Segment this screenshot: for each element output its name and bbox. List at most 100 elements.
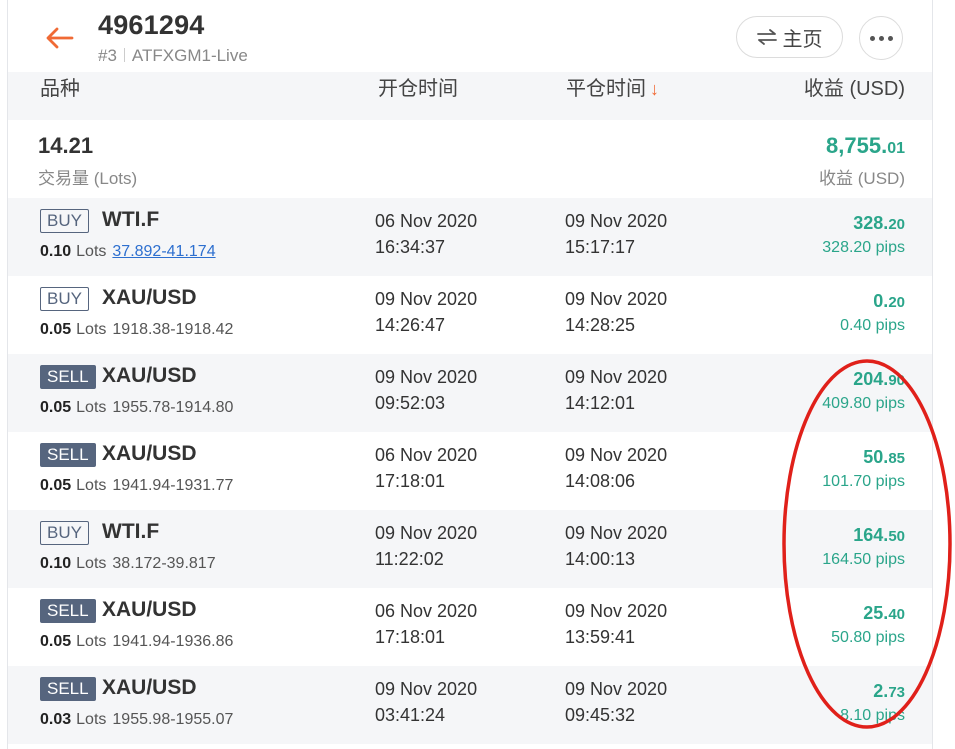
column-header-profit: 收益 (USD) bbox=[803, 78, 905, 100]
trade-close-time: 09 Nov 2020 15:17:17 bbox=[565, 208, 667, 260]
trade-row[interactable]: SELL XAU/USD 0.05 Lots 1941.94-1931.77 06 … bbox=[8, 432, 932, 510]
trade-open-time: 06 Nov 2020 17:18:01 bbox=[375, 442, 477, 494]
side-badge: SELL bbox=[40, 599, 96, 623]
open-date: 06 Nov 2020 bbox=[375, 445, 478, 465]
trade-profit-int: 50. bbox=[863, 447, 889, 467]
open-clock: 16:34:37 bbox=[375, 237, 446, 257]
open-clock: 17:18:01 bbox=[375, 471, 446, 491]
trade-list: BUY WTI.F 0.10 Lots 37.892-41.174 06 Nov 2… bbox=[8, 198, 932, 744]
trade-symbol: XAU/USD bbox=[102, 598, 197, 621]
trade-lots-unit: Lots bbox=[76, 321, 107, 338]
home-button-label: 主页 bbox=[782, 28, 823, 51]
trade-profit-int: 164. bbox=[853, 525, 889, 545]
home-button[interactable]: 主页 bbox=[736, 16, 843, 58]
trade-lots-unit: Lots bbox=[76, 399, 107, 416]
trade-profit-dec: 40 bbox=[888, 606, 905, 623]
trade-profit-dec: 85 bbox=[888, 450, 905, 467]
trade-row[interactable]: BUY XAU/USD 0.05 Lots 1918.38-1918.42 09 N… bbox=[8, 276, 932, 354]
column-header-open-time[interactable]: 开仓时间 bbox=[378, 72, 458, 101]
trade-row[interactable]: BUY WTI.F 0.10 Lots 38.172-39.817 09 Nov 2… bbox=[8, 510, 932, 588]
trade-open-time: 09 Nov 2020 11:22:02 bbox=[375, 520, 477, 572]
open-clock: 17:18:01 bbox=[375, 627, 446, 647]
trade-price-range: 1955.78-1914.80 bbox=[112, 399, 234, 416]
account-rank: #3 bbox=[98, 46, 117, 65]
trade-lots-line: 0.05 Lots 1941.94-1931.77 bbox=[40, 477, 233, 495]
trade-profit-dec: 50 bbox=[888, 528, 905, 545]
trade-lots: 0.05 bbox=[40, 633, 72, 650]
open-date: 09 Nov 2020 bbox=[375, 367, 478, 387]
trade-profit: 50.85 bbox=[863, 447, 905, 468]
trade-profit-dec: 20 bbox=[888, 216, 905, 233]
more-button[interactable] bbox=[859, 16, 903, 60]
trade-row[interactable]: BUY WTI.F 0.10 Lots 37.892-41.174 06 Nov 2… bbox=[8, 198, 932, 276]
trade-lots: 0.05 bbox=[40, 477, 72, 494]
trade-open-time: 09 Nov 2020 09:52:03 bbox=[375, 364, 477, 416]
trade-pips: 50.80 pips bbox=[831, 629, 905, 646]
trade-profit-int: 2. bbox=[873, 681, 889, 701]
column-header-close-time-label: 平仓时间 bbox=[566, 78, 646, 100]
more-dot bbox=[887, 35, 893, 41]
trade-profit-int: 0. bbox=[873, 291, 889, 311]
close-date: 09 Nov 2020 bbox=[565, 523, 668, 543]
trade-open-time: 09 Nov 2020 03:41:24 bbox=[375, 676, 477, 728]
trade-open-time: 06 Nov 2020 16:34:37 bbox=[375, 208, 477, 260]
trade-close-time: 09 Nov 2020 13:59:41 bbox=[565, 598, 667, 650]
column-header-close-time[interactable]: 平仓时间 ↓ bbox=[566, 72, 659, 101]
trade-lots: 0.03 bbox=[40, 711, 72, 728]
trade-lots-line: 0.10 Lots 37.892-41.174 bbox=[40, 243, 216, 261]
trade-symbol: WTI.F bbox=[102, 520, 160, 543]
trade-profit-dec: 73 bbox=[888, 684, 905, 701]
trade-price-range: 1955.98-1955.07 bbox=[112, 711, 234, 728]
trade-lots-line: 0.05 Lots 1955.78-1914.80 bbox=[40, 399, 233, 417]
open-clock: 11:22:02 bbox=[375, 549, 444, 569]
trade-lots-unit: Lots bbox=[76, 477, 107, 494]
trade-close-time: 09 Nov 2020 09:45:32 bbox=[565, 676, 667, 728]
open-clock: 09:52:03 bbox=[375, 393, 446, 413]
trade-row[interactable]: SELL XAU/USD 0.03 Lots 1955.98-1955.07 09 … bbox=[8, 666, 932, 744]
trade-lots-line: 0.03 Lots 1955.98-1955.07 bbox=[40, 711, 233, 729]
back-button[interactable] bbox=[42, 20, 78, 56]
close-date: 09 Nov 2020 bbox=[565, 445, 668, 465]
trade-symbol: XAU/USD bbox=[102, 364, 197, 387]
trade-symbol: WTI.F bbox=[102, 208, 160, 231]
total-profit-int: 8,755. bbox=[826, 133, 888, 158]
trade-pips: 328.20 pips bbox=[822, 239, 905, 256]
trade-lots: 0.10 bbox=[40, 555, 72, 572]
trade-profit-int: 25. bbox=[863, 603, 889, 623]
column-header-product: 品种 bbox=[40, 78, 80, 100]
swap-arrows-icon bbox=[756, 29, 777, 45]
arrow-left-icon bbox=[46, 27, 74, 49]
trade-profit: 2.73 bbox=[873, 681, 905, 702]
close-date: 09 Nov 2020 bbox=[565, 211, 668, 231]
side-badge: SELL bbox=[40, 443, 96, 467]
trade-profit-int: 204. bbox=[853, 369, 889, 389]
close-clock: 14:12:01 bbox=[565, 393, 636, 413]
trade-profit-dec: 20 bbox=[888, 294, 905, 311]
trade-lots-line: 0.05 Lots 1941.94-1936.86 bbox=[40, 633, 233, 651]
subtitle-divider bbox=[123, 48, 125, 62]
trade-price-range-link[interactable]: 37.892-41.174 bbox=[112, 243, 215, 260]
trade-lots-unit: Lots bbox=[76, 711, 107, 728]
close-clock: 15:17:17 bbox=[565, 237, 636, 257]
account-number: 4961294 bbox=[98, 10, 205, 40]
account-subtitle: #3 ATFXGM1-Live bbox=[98, 46, 248, 66]
open-date: 09 Nov 2020 bbox=[375, 523, 478, 543]
trade-close-time: 09 Nov 2020 14:28:25 bbox=[565, 286, 667, 338]
trade-lots-unit: Lots bbox=[76, 243, 107, 260]
trade-profit: 164.50 bbox=[853, 525, 905, 546]
close-date: 09 Nov 2020 bbox=[565, 601, 668, 621]
trade-row[interactable]: SELL XAU/USD 0.05 Lots 1955.78-1914.80 09 … bbox=[8, 354, 932, 432]
table-header: 品种 开仓时间 平仓时间 ↓ 收益 (USD) bbox=[8, 72, 932, 120]
trade-lots-unit: Lots bbox=[76, 555, 107, 572]
trade-lots: 0.05 bbox=[40, 321, 72, 338]
side-badge: BUY bbox=[40, 209, 89, 233]
total-lots-label: 交易量 (Lots) bbox=[38, 169, 138, 188]
sort-arrow-down-icon: ↓ bbox=[650, 79, 659, 99]
trade-row[interactable]: SELL XAU/USD 0.05 Lots 1941.94-1936.86 06 … bbox=[8, 588, 932, 666]
trade-symbol: XAU/USD bbox=[102, 676, 197, 699]
side-badge: BUY bbox=[40, 521, 89, 545]
close-clock: 14:28:25 bbox=[565, 315, 636, 335]
close-clock: 14:08:06 bbox=[565, 471, 636, 491]
trade-lots-line: 0.05 Lots 1918.38-1918.42 bbox=[40, 321, 233, 339]
trade-symbol: XAU/USD bbox=[102, 442, 197, 465]
